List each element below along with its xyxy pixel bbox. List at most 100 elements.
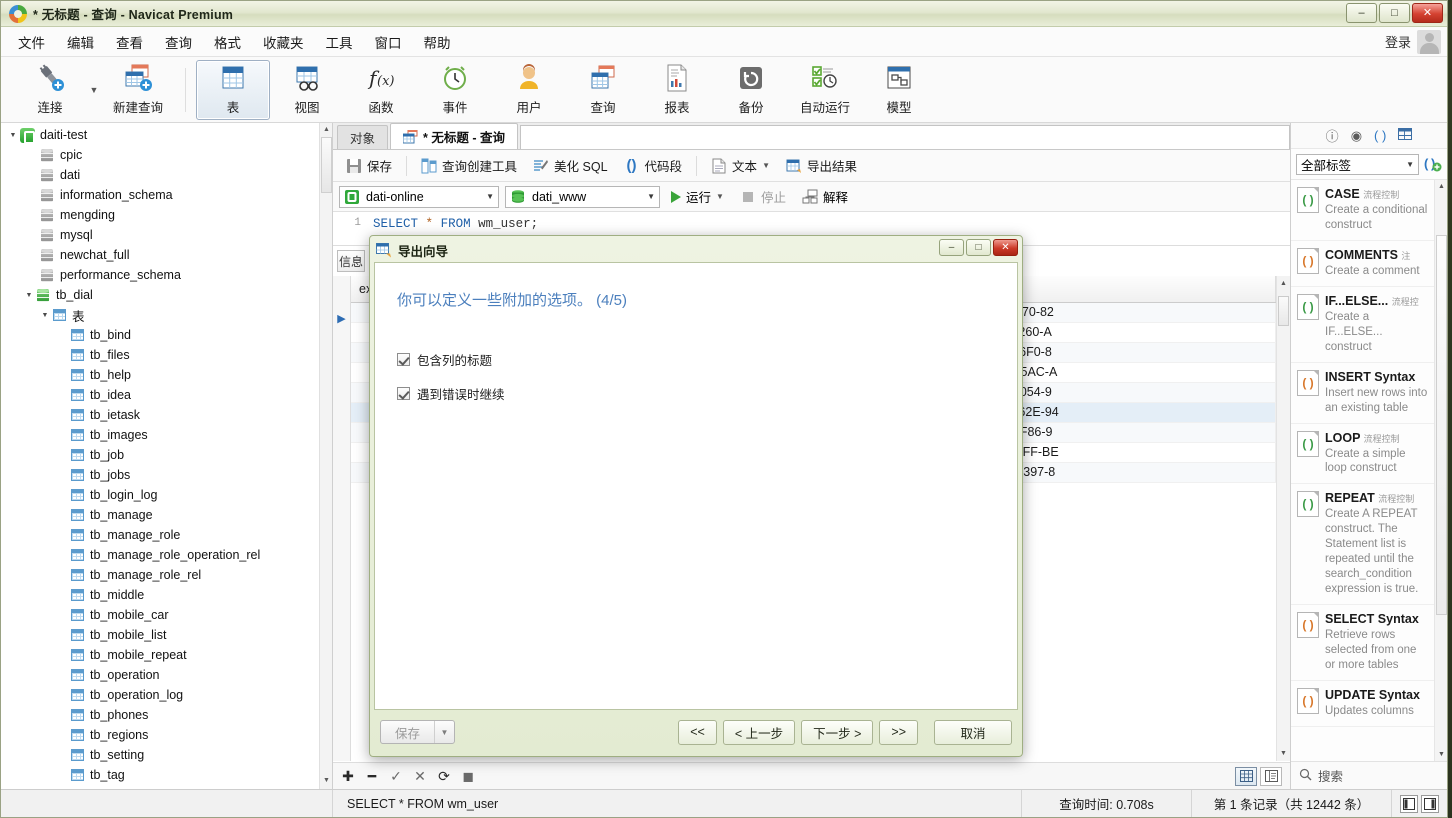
tree-node-tables-group[interactable]: ▼表 bbox=[1, 305, 332, 325]
dialog-save-button[interactable]: 保存 ▼ bbox=[380, 720, 455, 744]
tree-node-table-14[interactable]: tb_mobile_car bbox=[1, 605, 332, 625]
tree-node-database-6[interactable]: performance_schema bbox=[1, 265, 332, 285]
parentheses-icon[interactable]: ( ) bbox=[1374, 128, 1386, 143]
snippet-search-bar[interactable]: 搜索 bbox=[1291, 761, 1447, 789]
dialog-last-button[interactable]: >> bbox=[879, 720, 918, 745]
tree-node-table-11[interactable]: tb_manage_role_operation_rel bbox=[1, 545, 332, 565]
add-record-button[interactable]: ✚ bbox=[337, 766, 359, 786]
snippet-item[interactable]: ( )REPEAT 流程控制Create A REPEAT construct.… bbox=[1291, 484, 1434, 605]
structure-icon[interactable] bbox=[1398, 128, 1412, 143]
status-right-pane-toggle[interactable] bbox=[1421, 795, 1439, 813]
tree-node-table-1[interactable]: tb_files bbox=[1, 345, 332, 365]
option-include-column-titles[interactable]: 包含列的标题 bbox=[397, 350, 1017, 369]
menu-favorites[interactable]: 收藏夹 bbox=[252, 28, 315, 56]
tree-node-table-12[interactable]: tb_manage_role_rel bbox=[1, 565, 332, 585]
snippet-item[interactable]: ( )COMMENTS 注Create a comment bbox=[1291, 241, 1434, 287]
grid-scroll-thumb[interactable] bbox=[1278, 296, 1289, 326]
beautify-sql-button[interactable]: 美化 SQL bbox=[526, 153, 615, 178]
chevron-down-icon[interactable]: ▼ bbox=[1406, 160, 1414, 169]
apply-change-button[interactable]: ✓ bbox=[385, 766, 407, 786]
database-select[interactable]: dati_www ▼ bbox=[505, 186, 660, 208]
tree-node-table-9[interactable]: tb_manage bbox=[1, 505, 332, 525]
object-tree[interactable]: ▼daiti-testcpicdatiinformation_schemamen… bbox=[1, 123, 333, 789]
tree-node-table-3[interactable]: tb_idea bbox=[1, 385, 332, 405]
dialog-back-button[interactable]: < 上一步 bbox=[723, 720, 795, 745]
minimize-button[interactable]: – bbox=[1346, 3, 1377, 23]
chevron-down-icon[interactable]: ▼ bbox=[486, 192, 494, 201]
toolbar-event[interactable]: 事件 bbox=[418, 60, 492, 120]
save-button[interactable]: 保存 bbox=[339, 153, 399, 178]
snippet-item[interactable]: ( )CASE 流程控制Create a conditional constru… bbox=[1291, 180, 1434, 241]
tree-node-table-4[interactable]: tb_ietask bbox=[1, 405, 332, 425]
menu-edit[interactable]: 编辑 bbox=[56, 28, 105, 56]
grid-view-button[interactable] bbox=[1235, 767, 1257, 786]
tree-node-table-13[interactable]: tb_middle bbox=[1, 585, 332, 605]
eye-icon[interactable]: ◉ bbox=[1351, 128, 1362, 144]
option-continue-on-error[interactable]: 遇到错误时继续 bbox=[397, 384, 1017, 403]
status-left-pane-toggle[interactable] bbox=[1400, 795, 1418, 813]
tree-scroll-thumb[interactable] bbox=[321, 137, 332, 193]
chevron-down-icon[interactable]: ▼ bbox=[647, 192, 655, 201]
tree-node-table-22[interactable]: tb_tag bbox=[1, 765, 332, 785]
menu-file[interactable]: 文件 bbox=[7, 28, 56, 56]
dialog-next-button[interactable]: 下一步 > bbox=[801, 720, 873, 745]
dialog-first-button[interactable]: << bbox=[678, 720, 717, 745]
menu-tools[interactable]: 工具 bbox=[315, 28, 364, 56]
tree-node-table-20[interactable]: tb_regions bbox=[1, 725, 332, 745]
snippet-item[interactable]: ( )SELECT SyntaxRetrieve rows selected f… bbox=[1291, 605, 1434, 681]
snippet-item[interactable]: ( )UPDATE SyntaxUpdates columns bbox=[1291, 681, 1434, 727]
menu-window[interactable]: 窗口 bbox=[364, 28, 413, 56]
menu-help[interactable]: 帮助 bbox=[413, 28, 462, 56]
tree-node-database-4[interactable]: mysql bbox=[1, 225, 332, 245]
connect-dropdown-caret-icon[interactable]: ▼ bbox=[87, 60, 101, 120]
query-builder-button[interactable]: 查询创建工具 bbox=[414, 153, 524, 178]
tree-node-table-6[interactable]: tb_job bbox=[1, 445, 332, 465]
expander-icon[interactable]: ▼ bbox=[7, 132, 19, 139]
tree-node-database-2[interactable]: information_schema bbox=[1, 185, 332, 205]
dialog-close-button[interactable]: ✕ bbox=[993, 239, 1018, 256]
tab-objects[interactable]: 对象 bbox=[337, 125, 388, 149]
add-snippet-button[interactable]: ( ) bbox=[1424, 155, 1442, 173]
run-dropdown-caret-icon[interactable]: ▼ bbox=[716, 192, 724, 201]
dialog-minimize-button[interactable]: – bbox=[939, 239, 964, 256]
menu-view[interactable]: 查看 bbox=[105, 28, 154, 56]
tree-node-table-0[interactable]: tb_bind bbox=[1, 325, 332, 345]
toolbar-new-query[interactable]: 新建查询 bbox=[101, 60, 175, 120]
snippet-item[interactable]: ( )IF...ELSE... 流程控Create a IF...ELSE...… bbox=[1291, 287, 1434, 363]
text-button[interactable]: 文本 ▼ bbox=[704, 153, 777, 178]
snippet-item[interactable]: ( )INSERT SyntaxInsert new rows into an … bbox=[1291, 363, 1434, 424]
delete-record-button[interactable]: ━ bbox=[361, 766, 383, 786]
tree-scrollbar[interactable]: ▲ ▼ bbox=[319, 123, 332, 789]
checkbox-include-column-titles[interactable] bbox=[397, 353, 410, 366]
cancel-change-button[interactable]: ✕ bbox=[409, 766, 431, 786]
expander-icon[interactable]: ▼ bbox=[23, 292, 35, 299]
explain-button[interactable]: 解释 bbox=[797, 185, 853, 208]
tree-node-table-18[interactable]: tb_operation_log bbox=[1, 685, 332, 705]
toolbar-function[interactable]: f (x) 函数 bbox=[344, 60, 418, 120]
tree-node-table-10[interactable]: tb_manage_role bbox=[1, 525, 332, 545]
run-button[interactable]: 运行 ▼ bbox=[666, 185, 729, 208]
tree-node-database-active[interactable]: ▼tb_dial bbox=[1, 285, 332, 305]
export-result-button[interactable]: 导出结果 bbox=[779, 153, 864, 178]
dialog-maximize-button[interactable]: □ bbox=[966, 239, 991, 256]
snippet-scrollbar[interactable]: ▲ ▼ bbox=[1434, 180, 1447, 761]
toolbar-model[interactable]: 模型 bbox=[862, 60, 936, 120]
tab-untitled-query[interactable]: * 无标题 - 查询 bbox=[390, 123, 518, 149]
toolbar-automation[interactable]: 自动运行 bbox=[788, 60, 862, 120]
close-button[interactable]: ✕ bbox=[1412, 3, 1443, 23]
toolbar-backup[interactable]: 备份 bbox=[714, 60, 788, 120]
snippet-scroll-down-icon[interactable]: ▼ bbox=[1438, 751, 1445, 758]
tree-node-table-17[interactable]: tb_operation bbox=[1, 665, 332, 685]
info-icon[interactable]: ⓘ bbox=[1326, 126, 1339, 145]
dialog-save-dropdown-icon[interactable]: ▼ bbox=[434, 721, 454, 743]
toolbar-view[interactable]: 视图 bbox=[270, 60, 344, 120]
toolbar-user[interactable]: 用户 bbox=[492, 60, 566, 120]
tree-node-database-5[interactable]: newchat_full bbox=[1, 245, 332, 265]
sql-code[interactable]: SELECT * FROM wm_user; bbox=[373, 217, 538, 231]
grid-vertical-scrollbar[interactable]: ▲ ▼ bbox=[1276, 276, 1290, 761]
tree-node-table-2[interactable]: tb_help bbox=[1, 365, 332, 385]
snippet-item[interactable]: ( )LOOP 流程控制Create a simple loop constru… bbox=[1291, 424, 1434, 485]
dialog-cancel-button[interactable]: 取消 bbox=[934, 720, 1012, 745]
snippet-scroll-up-icon[interactable]: ▲ bbox=[1438, 183, 1445, 190]
form-view-button[interactable] bbox=[1260, 767, 1282, 786]
